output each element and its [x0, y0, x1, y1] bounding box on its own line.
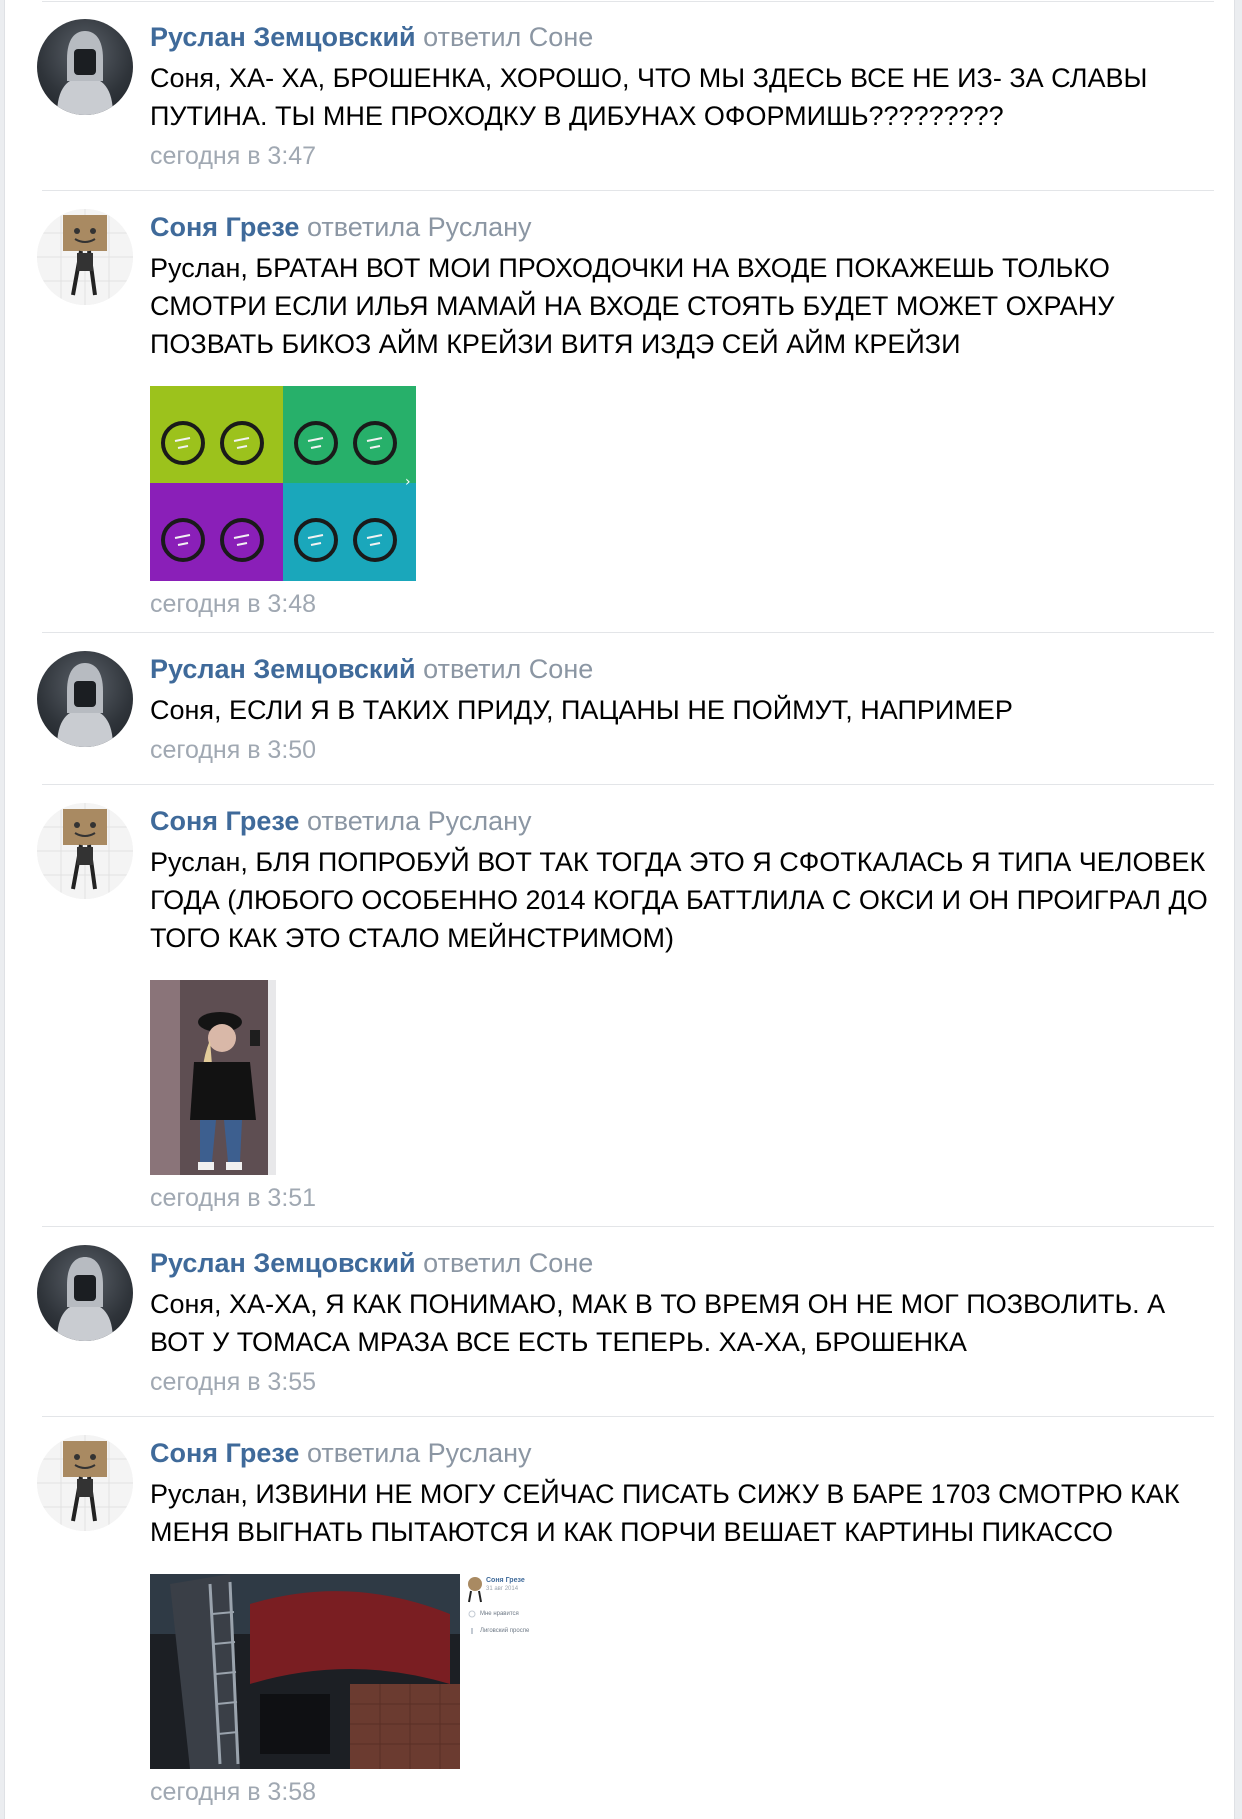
comment-time[interactable]: сегодня в 3:55: [150, 1365, 1210, 1399]
reply-to-link[interactable]: ответил Соне: [423, 1248, 593, 1278]
comment-author[interactable]: Соня Грезе: [150, 806, 299, 836]
photo-attachment[interactable]: Соня Грезе 31 авг 2014 Мне нравится Лиго…: [150, 1574, 546, 1769]
comment-time[interactable]: сегодня в 3:47: [150, 139, 1210, 173]
comment-author[interactable]: Руслан Земцовский: [150, 654, 416, 684]
avatar[interactable]: [37, 1435, 133, 1531]
avatar[interactable]: [37, 19, 133, 115]
reply-to-link[interactable]: ответила Руслану: [307, 212, 532, 242]
divider: [42, 632, 1214, 633]
reply-to-link[interactable]: ответил Соне: [423, 22, 593, 52]
divider: [42, 1416, 1214, 1417]
avatar[interactable]: [37, 803, 133, 899]
comment-author[interactable]: Руслан Земцовский: [150, 1248, 416, 1278]
comment-text: Руслан, БРАТАН ВОТ МОИ ПРОХОДОЧКИ НА ВХО…: [150, 253, 1115, 359]
avatar[interactable]: [37, 1245, 133, 1341]
divider: [42, 1, 1214, 2]
reply-to-link[interactable]: ответила Руслану: [307, 1438, 532, 1468]
comment-text: Соня, ХА-ХА, Я КАК ПОНИМАЮ, МАК В ТО ВРЕ…: [150, 1289, 1166, 1357]
comment-time[interactable]: сегодня в 3:58: [150, 1775, 1210, 1809]
comment-time[interactable]: сегодня в 3:51: [150, 1181, 1210, 1215]
mini-post-date: 31 авг 2014: [486, 1586, 519, 1592]
mini-post-likes: Мне нравится: [480, 1611, 519, 1617]
comment-text: Соня, ЕСЛИ Я В ТАКИХ ПРИДУ, ПАЦАНЫ НЕ ПО…: [150, 695, 1013, 725]
mini-post-place: Лиговский проспе: [480, 1628, 530, 1634]
comment-time[interactable]: сегодня в 3:48: [150, 587, 1210, 621]
comment-text: Соня, ХА- ХА, БРОШЕНКА, ХОРОШО, ЧТО МЫ З…: [150, 63, 1148, 131]
reply-to-link[interactable]: ответил Соне: [423, 654, 593, 684]
comment-author[interactable]: Соня Грезе: [150, 1438, 299, 1468]
divider: [42, 190, 1214, 191]
comment-time[interactable]: сегодня в 3:50: [150, 733, 1210, 767]
mini-post-author: Соня Грезе: [486, 1577, 525, 1584]
photo-attachment[interactable]: ›: [150, 386, 416, 581]
reply-to-link[interactable]: ответила Руслану: [307, 806, 532, 836]
avatar[interactable]: [37, 209, 133, 305]
photo-attachment[interactable]: [150, 980, 298, 1175]
divider: [42, 1226, 1214, 1227]
svg-text:›: ›: [405, 474, 411, 490]
comment-author[interactable]: Руслан Земцовский: [150, 22, 416, 52]
comment-author[interactable]: Соня Грезе: [150, 212, 299, 242]
divider: [42, 784, 1214, 785]
comment-text: Руслан, ИЗВИНИ НЕ МОГУ СЕЙЧАС ПИСАТЬ СИЖ…: [150, 1479, 1180, 1547]
comment-text: Руслан, БЛЯ ПОПРОБУЙ ВОТ ТАК ТОГДА ЭТО Я…: [150, 847, 1208, 953]
avatar[interactable]: [37, 651, 133, 747]
comments-card: Руслан Земцовский ответил Соне Соня, ХА-…: [4, 0, 1235, 1819]
